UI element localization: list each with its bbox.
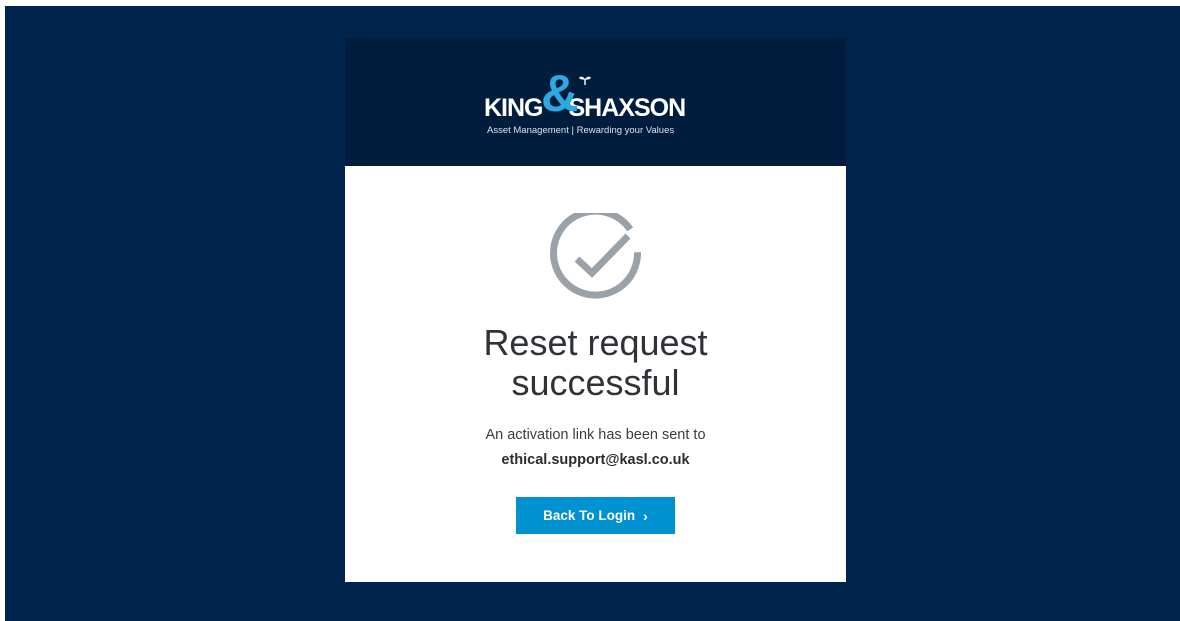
status-icon-wrap bbox=[550, 207, 642, 305]
recipient-email: ethical.support@kasl.co.uk bbox=[501, 452, 690, 468]
confirmation-message: An activation link has been sent to bbox=[485, 427, 706, 443]
back-to-login-button[interactable]: Back To Login › bbox=[516, 497, 675, 534]
back-to-login-label: Back To Login bbox=[543, 508, 636, 523]
title-line-2: successful bbox=[511, 362, 680, 403]
logo-name-left: KING bbox=[484, 94, 543, 122]
reset-card: KING SHAXSON & Asset Management | Rewardi… bbox=[345, 38, 846, 582]
card-body: Reset request successful An activation l… bbox=[345, 166, 846, 582]
logo-name-right: SHAXSON bbox=[568, 94, 687, 122]
title-line-1: Reset request bbox=[483, 322, 708, 363]
logo-ampersand: & bbox=[541, 65, 579, 123]
check-circle-icon bbox=[550, 207, 642, 299]
page-title: Reset request successful bbox=[345, 323, 846, 403]
chevron-right-icon: › bbox=[643, 507, 648, 524]
logo-tagline: Asset Management | Rewarding your Values bbox=[487, 125, 675, 136]
logo-wordmark: KING SHAXSON bbox=[484, 94, 687, 123]
card-header: KING SHAXSON & Asset Management | Rewardi… bbox=[345, 38, 846, 166]
sprout-icon bbox=[579, 76, 591, 85]
king-shaxson-logo: KING SHAXSON & Asset Management | Rewardi… bbox=[480, 68, 710, 143]
